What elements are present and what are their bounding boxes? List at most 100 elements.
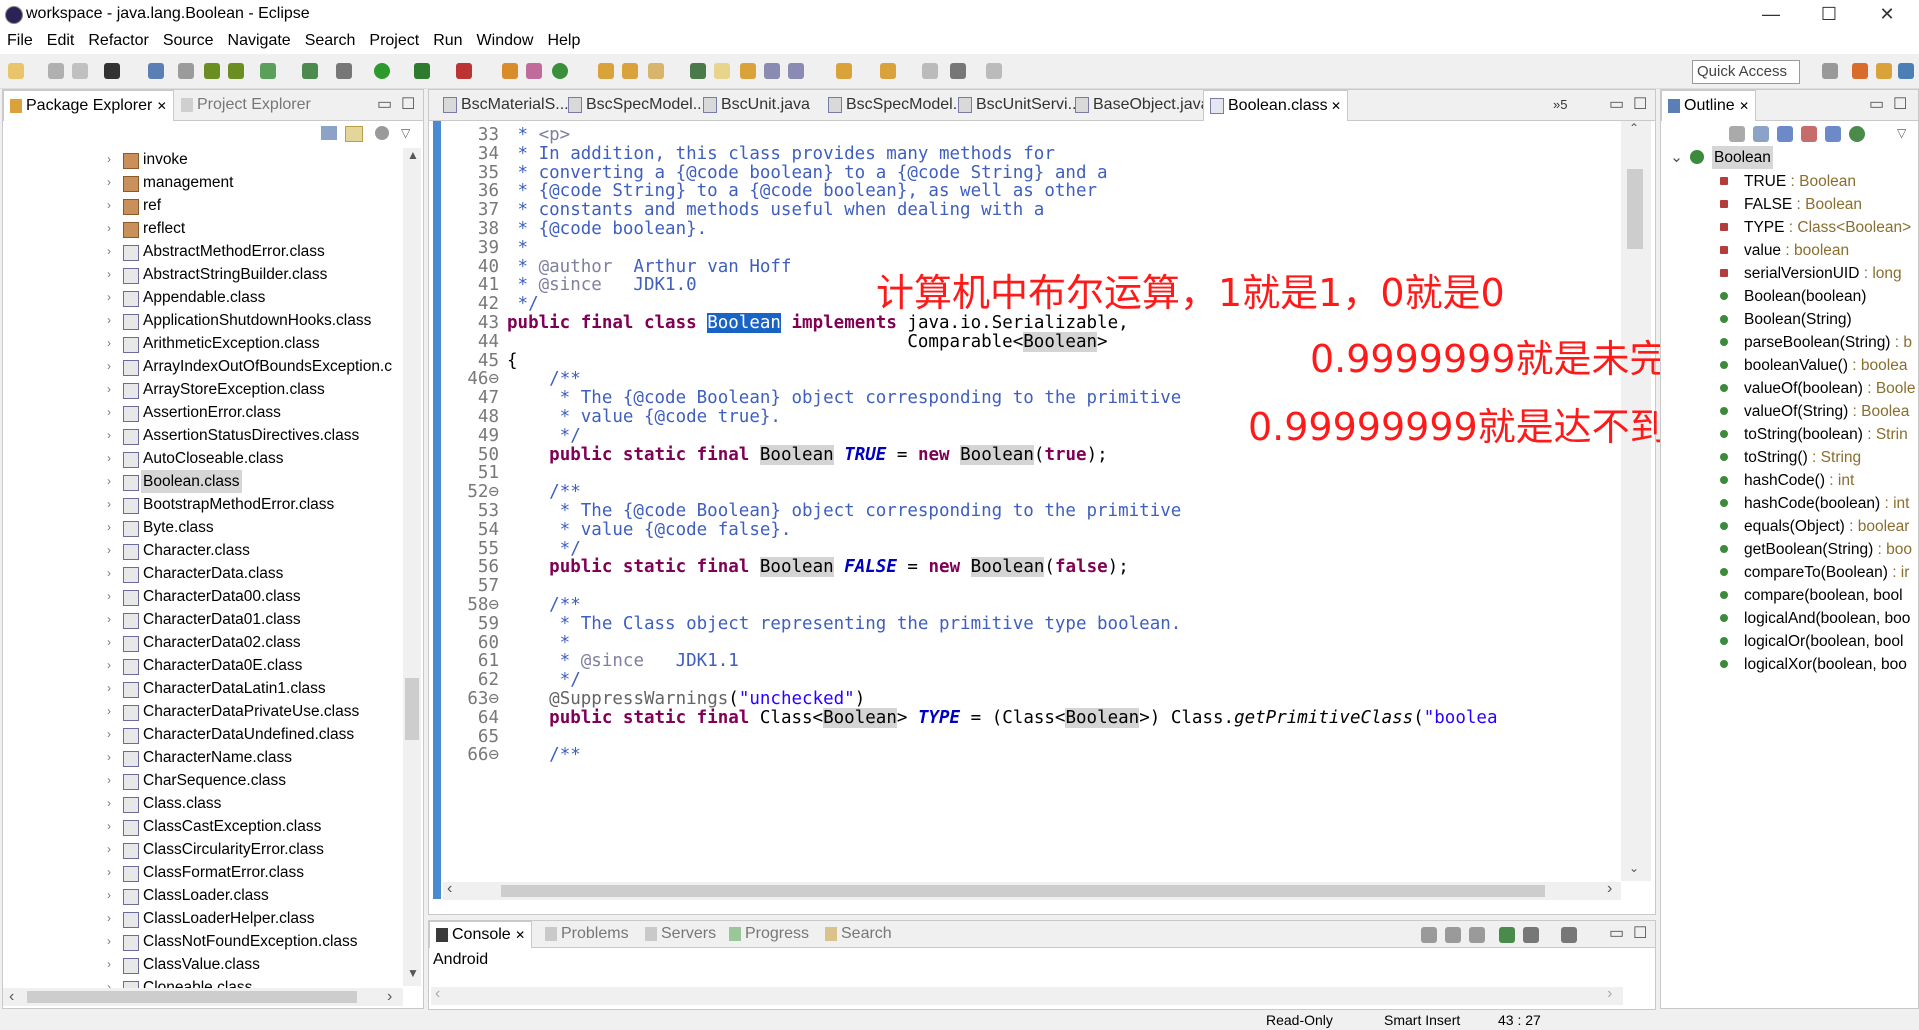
maximize-view-icon[interactable]: ☐: [1633, 94, 1647, 114]
chevron-right-icon[interactable]: ›: [107, 792, 111, 815]
new-package-icon[interactable]: [526, 63, 542, 79]
chevron-right-icon[interactable]: ›: [107, 723, 111, 746]
chevron-right-icon[interactable]: ›: [107, 815, 111, 838]
tab-package-explorer[interactable]: Package Explorer ✕: [3, 90, 174, 121]
new-icon[interactable]: [8, 63, 24, 79]
chevron-right-icon[interactable]: ›: [107, 171, 111, 194]
terminal-icon[interactable]: [148, 63, 164, 79]
tree-item-class[interactable]: › AssertionError.class: [1, 401, 401, 424]
expand-arrow-icon[interactable]: ⌄: [1670, 146, 1683, 169]
menu-run[interactable]: Run: [426, 30, 469, 52]
maximize-view-icon[interactable]: ☐: [401, 94, 415, 114]
tree-item-class[interactable]: › ClassValue.class: [1, 953, 401, 976]
menu-window[interactable]: Window: [470, 30, 541, 52]
menu-search[interactable]: Search: [298, 30, 363, 52]
editor-horizontal-scrollbar[interactable]: ‹ ›: [443, 880, 1621, 900]
tab-progress[interactable]: Progress: [723, 921, 815, 947]
back-icon[interactable]: [950, 63, 966, 79]
chevron-right-icon[interactable]: ›: [107, 263, 111, 286]
scroll-thumb[interactable]: [405, 678, 419, 740]
save-all-icon[interactable]: [72, 63, 88, 79]
editor-tab[interactable]: BscSpecModel...: [822, 90, 972, 120]
chevron-right-icon[interactable]: ›: [107, 539, 111, 562]
chevron-right-icon[interactable]: ›: [107, 631, 111, 654]
menu-refactor[interactable]: Refactor: [81, 30, 155, 52]
tree-item-class[interactable]: › ClassFormatError.class: [1, 861, 401, 884]
minimize-view-icon[interactable]: ▭: [1609, 923, 1624, 943]
chevron-right-icon[interactable]: ›: [107, 355, 111, 378]
view-menu-icon[interactable]: [375, 126, 389, 140]
maximize-view-icon[interactable]: ☐: [1633, 923, 1647, 943]
open-task-icon[interactable]: [622, 63, 638, 79]
toggle-mark-occurrences-icon[interactable]: [714, 63, 730, 79]
skip-breakpoints-icon[interactable]: [178, 63, 194, 79]
scroll-down-icon[interactable]: ▼: [407, 966, 419, 980]
scroll-thumb[interactable]: [501, 885, 1545, 897]
chevron-right-icon[interactable]: ›: [107, 493, 111, 516]
tree-item-class[interactable]: › ArrayStoreException.class: [1, 378, 401, 401]
tree-item-class[interactable]: › CharacterName.class: [1, 746, 401, 769]
chevron-right-icon[interactable]: ›: [107, 378, 111, 401]
scroll-thumb[interactable]: [1627, 169, 1643, 249]
chevron-right-icon[interactable]: ›: [107, 608, 111, 631]
tree-item-class[interactable]: › CharacterDataLatin1.class: [1, 677, 401, 700]
tree-item-class[interactable]: › ClassCastException.class: [1, 815, 401, 838]
settings-icon[interactable]: [104, 63, 120, 79]
tree-horizontal-scrollbar[interactable]: ‹ ›: [3, 988, 403, 1006]
word-wrap-icon[interactable]: [1469, 927, 1485, 943]
chevron-right-icon[interactable]: ›: [107, 240, 111, 263]
tree-item-class[interactable]: › AbstractMethodError.class: [1, 240, 401, 263]
scroll-left-icon[interactable]: ‹: [435, 985, 440, 1003]
tab-search[interactable]: Search: [819, 921, 898, 947]
external-tools-icon[interactable]: [456, 63, 472, 79]
chevron-right-icon[interactable]: ›: [107, 930, 111, 953]
tree-item-class[interactable]: › CharacterData0E.class: [1, 654, 401, 677]
new-class-icon[interactable]: [552, 63, 568, 79]
chevron-right-icon[interactable]: ›: [107, 424, 111, 447]
close-button[interactable]: ✕: [1872, 4, 1902, 25]
new-java-project-icon[interactable]: [502, 63, 518, 79]
run-icon[interactable]: [374, 63, 390, 79]
chevron-right-icon[interactable]: ›: [107, 769, 111, 792]
debug-icon[interactable]: [336, 63, 352, 79]
tree-item-class[interactable]: › ApplicationShutdownHooks.class: [1, 309, 401, 332]
minimize-view-icon[interactable]: ▭: [377, 94, 392, 114]
tree-item-class[interactable]: › CharacterData02.class: [1, 631, 401, 654]
chevron-right-icon[interactable]: ›: [107, 654, 111, 677]
forward-icon[interactable]: [986, 63, 1002, 79]
menu-project[interactable]: Project: [362, 30, 426, 52]
chevron-right-icon[interactable]: ›: [107, 562, 111, 585]
editor-vertical-scrollbar[interactable]: ⌃ ⌄: [1621, 121, 1651, 881]
tree-item-package[interactable]: › reflect: [1, 217, 401, 240]
editor-tab[interactable]: BaseObject.java: [1069, 90, 1216, 120]
menu-source[interactable]: Source: [156, 30, 221, 52]
clear-console-icon[interactable]: [1421, 927, 1437, 943]
chevron-right-icon[interactable]: ›: [107, 286, 111, 309]
chevron-right-icon[interactable]: ›: [107, 309, 111, 332]
console-horizontal-scrollbar[interactable]: ‹ ›: [431, 985, 1623, 1005]
menu-help[interactable]: Help: [540, 30, 587, 52]
hide-non-public-icon[interactable]: [1825, 126, 1841, 142]
chevron-right-icon[interactable]: ›: [107, 907, 111, 930]
link-with-editor-icon[interactable]: [345, 126, 363, 142]
tree-item-class[interactable]: › CharacterDataPrivateUse.class: [1, 700, 401, 723]
scroll-right-icon[interactable]: ›: [1607, 880, 1612, 898]
chevron-right-icon[interactable]: ›: [107, 585, 111, 608]
menu-navigate[interactable]: Navigate: [221, 30, 298, 52]
collapse-all-icon[interactable]: [321, 126, 337, 140]
debug-perspective-icon[interactable]: [1898, 63, 1914, 79]
scroll-left-icon[interactable]: ‹: [9, 988, 14, 1006]
tree-item-class[interactable]: › ClassNotFoundException.class: [1, 930, 401, 953]
tree-item-class[interactable]: › CharacterDataUndefined.class: [1, 723, 401, 746]
java-ee-perspective-icon[interactable]: [1852, 63, 1868, 79]
tree-item-class[interactable]: › AssertionStatusDirectives.class: [1, 424, 401, 447]
next-edit-icon[interactable]: [836, 63, 852, 79]
tree-item-class[interactable]: › BootstrapMethodError.class: [1, 493, 401, 516]
tree-item-class[interactable]: › Character.class: [1, 539, 401, 562]
menu-edit[interactable]: Edit: [40, 30, 82, 52]
tree-item-class[interactable]: › CharSequence.class: [1, 769, 401, 792]
display-console-icon[interactable]: [1523, 927, 1539, 943]
coverage-icon[interactable]: [414, 63, 430, 79]
sort-icon[interactable]: [1729, 126, 1745, 142]
chevron-right-icon[interactable]: ›: [107, 884, 111, 907]
